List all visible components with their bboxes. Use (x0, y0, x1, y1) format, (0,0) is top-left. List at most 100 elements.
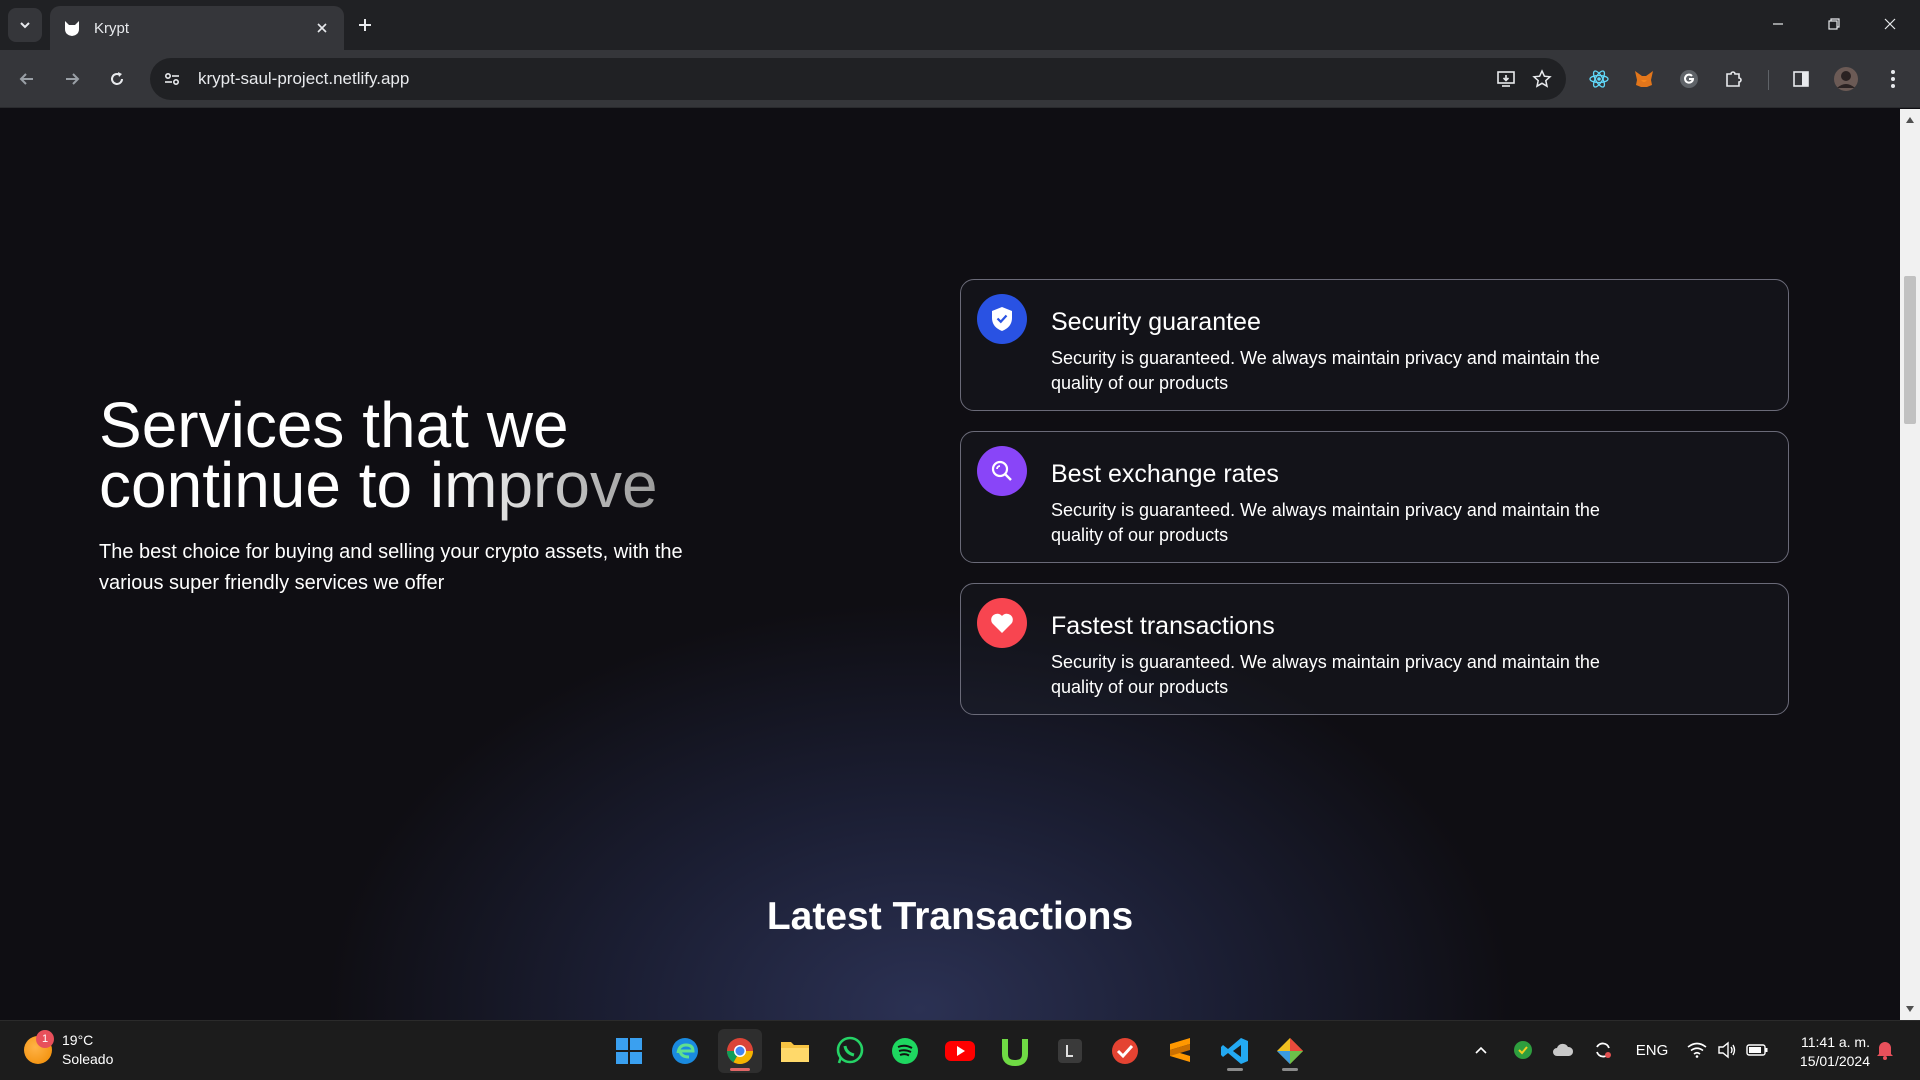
scroll-up-button[interactable] (1900, 111, 1920, 129)
clock-time: 11:41 a. m. (1800, 1034, 1870, 1050)
minimize-icon (1773, 23, 1783, 25)
avatar-icon (1834, 67, 1858, 91)
minimize-button[interactable] (1750, 0, 1806, 48)
grammarly-extension[interactable] (1672, 62, 1706, 96)
services-subtitle: The best choice for buying and selling y… (99, 541, 683, 594)
triangle-down-icon (1906, 1006, 1914, 1012)
taskbar-app-youtube[interactable] (938, 1029, 982, 1073)
volume-indicator[interactable] (1712, 1035, 1742, 1065)
page-scrollbar[interactable] (1900, 109, 1920, 1020)
arrow-right-icon (66, 73, 80, 85)
profile-avatar[interactable] (1829, 62, 1863, 96)
browser-toolbar: krypt-saul-project.netlify.app (0, 50, 1920, 108)
metamask-fox-icon (1635, 71, 1653, 87)
weather-condition: Soleado (62, 1051, 114, 1067)
whatsapp-icon (836, 1036, 864, 1064)
more-vertical-icon (1891, 70, 1895, 88)
chevron-down-icon (20, 22, 30, 29)
side-panel-button[interactable] (1784, 62, 1818, 96)
close-window-button[interactable] (1862, 0, 1918, 48)
taskbar-app-todoist[interactable] (1103, 1029, 1147, 1073)
bookmark-button[interactable] (1524, 61, 1560, 97)
reload-button[interactable] (100, 62, 134, 96)
scroll-thumb[interactable] (1904, 276, 1916, 424)
weather-temperature: 19°C (62, 1032, 94, 1048)
taskbar-app-file-explorer[interactable] (773, 1029, 817, 1073)
taskbar-app-chrome[interactable] (718, 1029, 762, 1073)
service-icon-badge (977, 294, 1027, 344)
react-icon (1589, 70, 1609, 88)
plus-icon (359, 19, 371, 31)
service-card-title: Best exchange rates (1051, 460, 1279, 488)
back-button[interactable] (10, 62, 44, 96)
tray-app-green[interactable] (1508, 1035, 1538, 1065)
notification-badge: 1 (36, 1030, 54, 1048)
extensions-button[interactable] (1717, 62, 1751, 96)
react-devtools-extension[interactable] (1582, 62, 1616, 96)
start-button[interactable] (607, 1029, 651, 1073)
sun-icon: 1 (24, 1030, 54, 1064)
upwork-icon (1002, 1039, 1028, 1066)
notifications-button[interactable] (1870, 1035, 1900, 1065)
taskbar-app-git[interactable] (1268, 1029, 1312, 1073)
chrome-icon (726, 1038, 754, 1065)
battery-indicator[interactable] (1742, 1035, 1772, 1065)
clock-date: 15/01/2024 (1799, 1053, 1870, 1069)
metamask-extension[interactable] (1627, 62, 1661, 96)
running-app-indicator (1227, 1068, 1243, 1071)
arrow-left-icon (19, 73, 33, 85)
tray-sync[interactable] (1588, 1035, 1618, 1065)
latest-transactions-heading: Latest Transactions (766, 895, 1134, 938)
git-diamond-icon (1277, 1038, 1303, 1064)
taskbar-app-edge[interactable] (663, 1029, 707, 1073)
taskbar-app-vscode[interactable] (1213, 1029, 1257, 1073)
windows-taskbar: 1 19°C Soleado ENG 11:41 a. m. 15/01/202… (0, 1020, 1920, 1080)
chrome-menu-button[interactable] (1876, 62, 1910, 96)
service-card-title: Fastest transactions (1051, 612, 1275, 640)
tray-onedrive[interactable] (1548, 1035, 1578, 1065)
krypt-favicon-icon (65, 21, 79, 36)
taskbar-app-sublime[interactable] (1158, 1029, 1202, 1073)
new-tab-button[interactable] (352, 12, 378, 38)
restore-icon (1828, 18, 1840, 30)
tab-close-button[interactable] (312, 18, 332, 38)
youtube-icon (945, 1041, 975, 1061)
service-card-title: Security guarantee (1051, 308, 1261, 336)
tab-search-button[interactable] (8, 8, 42, 42)
close-icon (317, 23, 327, 33)
letter-l-app-icon (1058, 1039, 1082, 1063)
taskbar-app-spotify[interactable] (883, 1029, 927, 1073)
wifi-icon (1687, 1042, 1707, 1058)
taskbar-app-l[interactable] (1048, 1029, 1092, 1073)
screen: Krypt krypt-saul-project.netlify.app Ser… (0, 0, 1920, 1080)
weather-widget[interactable]: 1 19°C Soleado (24, 1030, 114, 1069)
taskbar-app-upwork[interactable] (993, 1029, 1037, 1073)
service-card-exchange: Best exchange rates Security is guarante… (960, 431, 1789, 563)
wifi-indicator[interactable] (1682, 1035, 1712, 1065)
services-heading: Services that we continue to improve (99, 393, 799, 517)
running-app-indicator (1282, 1068, 1298, 1071)
shield-check-icon (992, 307, 1012, 331)
bell-icon (1877, 1042, 1893, 1060)
install-app-button[interactable] (1488, 61, 1524, 97)
browser-tab-krypt[interactable]: Krypt (50, 6, 344, 50)
site-info-button[interactable] (156, 63, 188, 95)
install-icon (1497, 71, 1515, 87)
taskbar-app-whatsapp[interactable] (828, 1029, 872, 1073)
check-circle-icon (1112, 1038, 1138, 1064)
address-bar[interactable]: krypt-saul-project.netlify.app (150, 58, 1566, 100)
scroll-down-button[interactable] (1900, 1000, 1920, 1018)
close-icon (1884, 18, 1896, 30)
language-indicator[interactable]: ENG (1632, 1035, 1672, 1065)
system-clock[interactable]: 11:41 a. m. 15/01/2024 (1780, 1033, 1870, 1071)
show-hidden-icons-button[interactable] (1466, 1035, 1496, 1065)
star-icon (1532, 69, 1552, 88)
grammarly-icon (1680, 70, 1698, 88)
side-panel-icon (1793, 71, 1809, 87)
forward-button[interactable] (55, 62, 89, 96)
chevron-up-icon (1475, 1046, 1487, 1054)
restore-button[interactable] (1806, 0, 1862, 48)
tune-icon (164, 72, 180, 86)
services-heading-gradient-word: improve (429, 449, 658, 521)
shield-green-icon (1514, 1041, 1532, 1059)
